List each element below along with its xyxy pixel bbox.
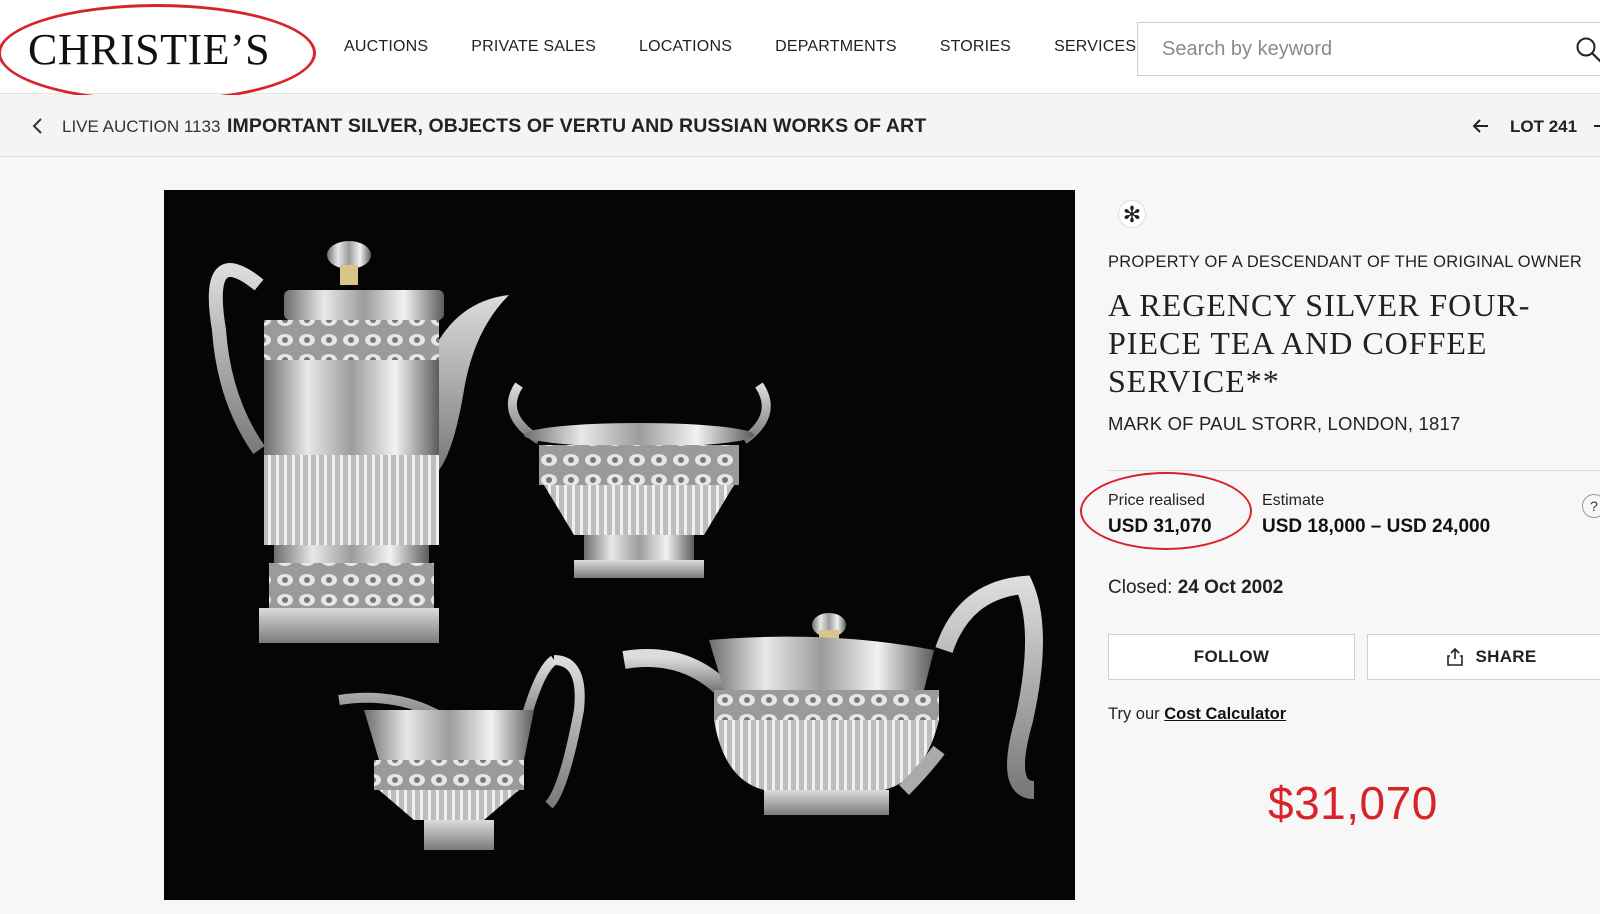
lot-maker: MARK OF PAUL STORR, LONDON, 1817 [1108,413,1461,434]
arrow-right-icon[interactable] [1594,125,1600,127]
share-button[interactable]: SHARE [1367,634,1600,680]
search-icon[interactable] [1574,35,1600,65]
lot-number: LOT 241 [1510,117,1578,136]
main-nav: AUCTIONS PRIVATE SALES LOCATIONS DEPARTM… [344,38,1179,56]
nav-locations[interactable]: LOCATIONS [639,38,732,56]
estimate-value: USD 18,000 – USD 24,000 [1262,516,1491,537]
site-header: CHRISTIE’S AUCTIONS PRIVATE SALES LOCATI… [0,0,1600,102]
chevron-left-icon[interactable] [30,115,46,137]
share-button-label: SHARE [1475,647,1537,666]
lot-provenance: PROPERTY OF A DESCENDANT OF THE ORIGINAL… [1108,253,1583,271]
nav-services[interactable]: SERVICES [1054,38,1136,56]
follow-button-label: FOLLOW [1193,647,1270,666]
lot-image[interactable] [164,190,1075,900]
divider [1108,470,1600,471]
follow-button[interactable]: FOLLOW [1108,634,1355,680]
closed-label: Closed: [1108,577,1173,598]
price-highlight-circle [1080,472,1252,550]
closed-date-value: 24 Oct 2002 [1177,577,1284,598]
silver-tea-service-illustration [208,241,1043,850]
breadcrumb: LIVE AUCTION 1133 IMPORTANT SILVER, OBJE… [0,95,1600,157]
lot-title: A REGENCY SILVER FOUR-PIECE TEA AND COFF… [1108,287,1531,399]
search-input[interactable] [1138,23,1538,75]
cost-calculator-prompt: Try our Cost Calculator [1108,705,1286,724]
estimate-label: Estimate [1262,492,1325,509]
nav-stories[interactable]: STORIES [940,38,1011,56]
help-icon[interactable]: ? [1582,494,1600,518]
nav-departments[interactable]: DEPARTMENTS [775,38,897,56]
nav-private-sales[interactable]: PRIVATE SALES [471,38,596,56]
search-box [1137,22,1600,76]
nav-auctions[interactable]: AUCTIONS [344,38,428,56]
share-icon [1447,648,1464,666]
sale-symbol-badge[interactable]: ✻ [1118,200,1146,228]
breadcrumb-live-auction[interactable]: LIVE AUCTION 1133 [62,117,220,137]
closed-date: Closed: 24 Oct 2002 [1108,577,1283,599]
breadcrumb-sale-title[interactable]: IMPORTANT SILVER, OBJECTS OF VERTU AND R… [227,115,926,138]
calc-prefix: Try our [1108,705,1160,723]
annotated-price: $31,070 [1268,777,1438,829]
logo-highlight-circle [0,4,316,102]
cost-calculator-link[interactable]: Cost Calculator [1164,705,1286,723]
arrow-left-icon[interactable] [1471,116,1491,136]
